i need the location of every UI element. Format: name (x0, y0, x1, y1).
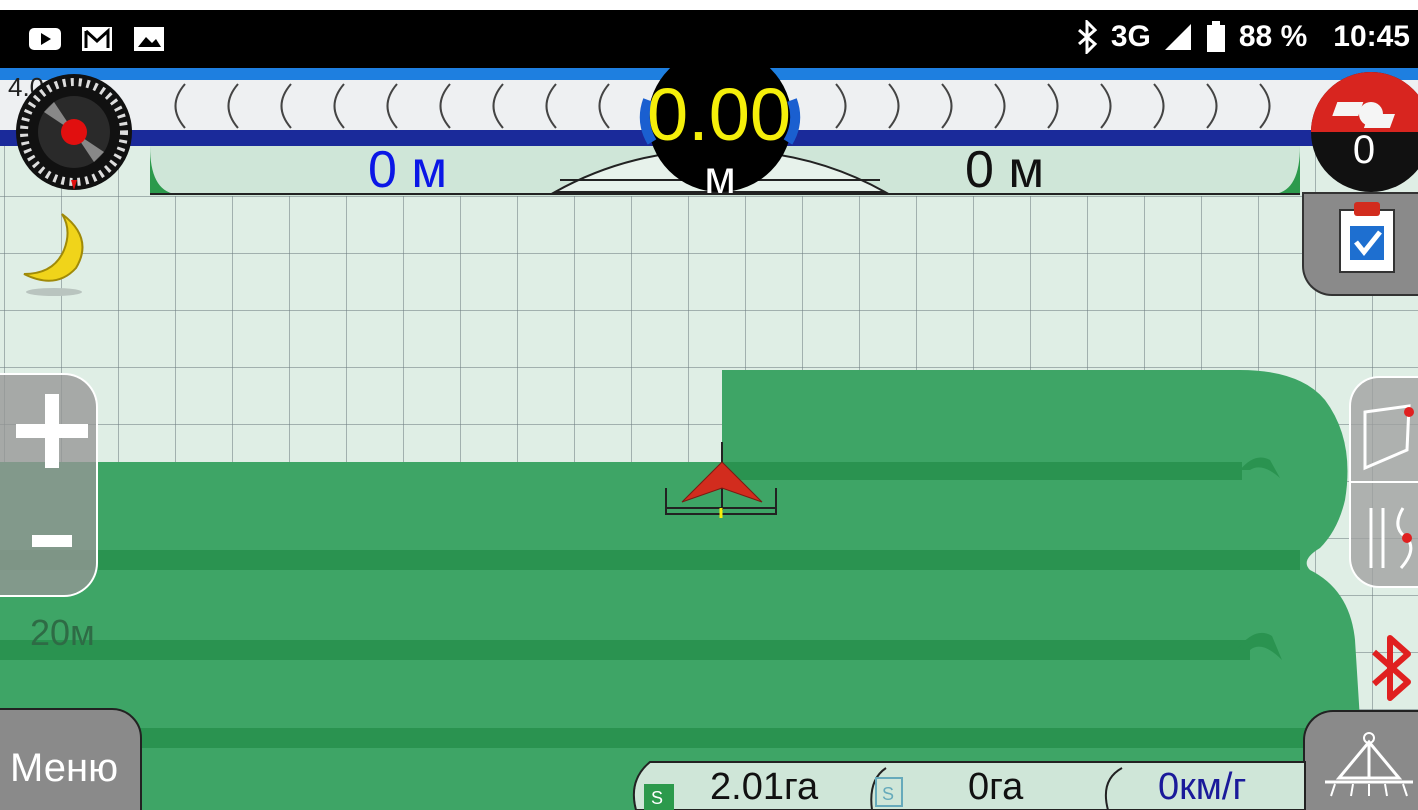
speed-value: 0.00 (646, 73, 792, 156)
compass-icon (16, 74, 132, 190)
youtube-icon (29, 28, 61, 50)
image-icon (134, 27, 164, 51)
gmail-icon (82, 27, 112, 51)
compass-button[interactable] (14, 72, 134, 194)
section-counter-value: 0 (1352, 128, 1376, 172)
navigator-screen: 4.0 0 м 0 м 0.00 м 0 20м Меню S S 2.01га… (0, 0, 1418, 810)
bluetooth-icon (1077, 20, 1098, 54)
swath-line (722, 462, 1242, 480)
area-icon-letter: S (651, 788, 663, 808)
speed-unit: м (704, 151, 736, 203)
map-scale-label: 20м (30, 612, 95, 653)
right-tools-panel (1349, 376, 1418, 588)
network-type: 3G (1110, 20, 1151, 53)
swath-line (0, 728, 1310, 748)
battery-icon (1206, 21, 1225, 52)
coverage-icon-letter: S (882, 784, 894, 804)
signal-icon (1164, 24, 1191, 50)
moon-icon (23, 213, 84, 296)
clipboard-check-icon (1339, 202, 1395, 273)
battery-percent: 88 % (1238, 20, 1308, 53)
minus-icon (32, 535, 72, 547)
bluetooth-icon (1372, 635, 1411, 701)
swath-line (0, 640, 1250, 660)
night-mode-button[interactable] (14, 208, 90, 298)
zoom-out-button[interactable] (12, 495, 92, 585)
speed-kmh-value: 0км/г (1158, 766, 1247, 808)
status-bar: 3G 88 % 10:45 (0, 10, 1418, 68)
swath-line (0, 550, 1300, 570)
clock: 10:45 (1333, 20, 1410, 53)
worked-area-value: 2.01га (710, 766, 819, 808)
offset-right-value: 0 м (965, 141, 1045, 199)
plus-icon (16, 394, 88, 468)
field-boundary-icon[interactable] (1351, 378, 1418, 586)
bluetooth-button[interactable] (1364, 630, 1418, 706)
offset-left-value: 0 м (368, 141, 448, 199)
zoom-in-button[interactable] (12, 388, 92, 478)
tasks-button[interactable] (1302, 192, 1418, 296)
overlap-area-value: 0га (968, 766, 1024, 808)
